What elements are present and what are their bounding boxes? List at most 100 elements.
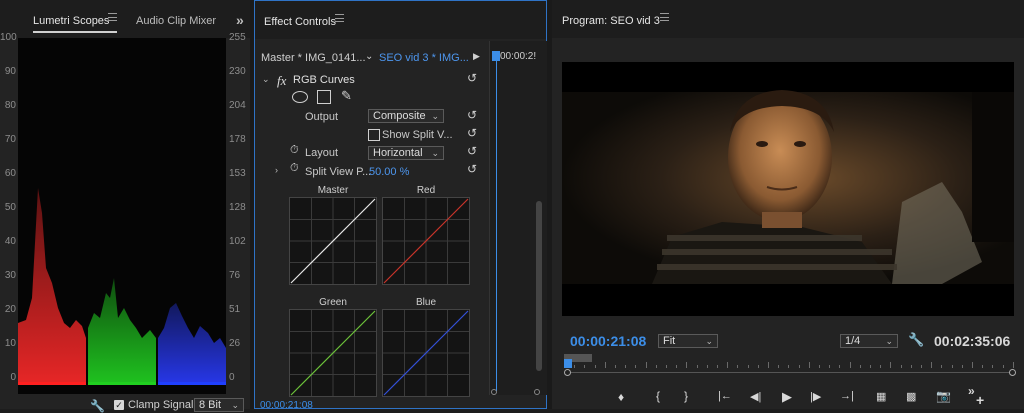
- mini-timeline[interactable]: 00:00:2!: [489, 41, 547, 395]
- red-waveform: [18, 188, 86, 383]
- split-view-percent-value[interactable]: 50.00 %: [369, 166, 409, 178]
- stopwatch-icon[interactable]: ⏱: [290, 144, 299, 157]
- chevron-down-icon: ⌄: [431, 148, 439, 158]
- playhead-line: [496, 61, 497, 391]
- output-dropdown[interactable]: Composite ⌄: [368, 109, 444, 123]
- effect-controls-timecode[interactable]: 00:00:21:08: [260, 400, 313, 411]
- program-time-ruler[interactable]: [564, 352, 1016, 376]
- reset-split-view-percent-icon[interactable]: ↺: [467, 163, 479, 175]
- tab-effect-controls[interactable]: Effect Controls: [264, 16, 336, 28]
- scope-left-tick-label: 40: [4, 236, 16, 247]
- chevron-down-icon: ⌄: [231, 400, 239, 410]
- ruler-tick: [982, 365, 984, 368]
- fx-badge-icon[interactable]: fx: [277, 73, 286, 89]
- program-playhead[interactable]: [564, 359, 572, 368]
- ruler-tick: [931, 362, 933, 368]
- collapse-chevron-icon[interactable]: ⌄: [262, 74, 270, 85]
- lift-icon[interactable]: ▦: [876, 390, 886, 403]
- ruler-tick: [706, 365, 708, 368]
- stopwatch-icon[interactable]: ⏱: [290, 162, 299, 175]
- export-frame-icon[interactable]: 📷: [936, 389, 951, 403]
- blue-curve-editor[interactable]: [382, 309, 470, 397]
- step-back-icon[interactable]: ◀|: [750, 390, 761, 403]
- mark-in-icon[interactable]: {: [656, 389, 660, 403]
- scopes-tabbar: Lumetri Scopes Audio Clip Mixer: S »: [0, 0, 250, 38]
- show-split-view-checkbox[interactable]: [368, 129, 380, 141]
- panel-divider[interactable]: [547, 0, 552, 409]
- scope-right-tick-label: 0: [229, 372, 235, 383]
- program-current-timecode[interactable]: 00:00:21:08: [570, 333, 646, 349]
- panel-menu-icon[interactable]: [660, 13, 669, 21]
- program-monitor-title[interactable]: Program: SEO vid 3: [562, 15, 660, 27]
- go-to-out-icon[interactable]: →|: [840, 390, 854, 402]
- reset-layout-icon[interactable]: ↺: [467, 145, 479, 157]
- tab-audio-clip-mixer[interactable]: Audio Clip Mixer: S: [136, 15, 216, 27]
- wrench-icon[interactable]: 🔧: [908, 332, 924, 348]
- green-waveform: [88, 278, 156, 383]
- panel-menu-icon[interactable]: [335, 14, 344, 22]
- scope-left-tick-label: 100: [0, 32, 17, 43]
- go-to-in-icon[interactable]: |←: [718, 390, 732, 402]
- wrench-icon[interactable]: 🔧: [90, 399, 105, 413]
- reset-split-view-icon[interactable]: ↺: [467, 127, 479, 139]
- red-baseline: [18, 382, 86, 385]
- program-monitor-panel: Program: SEO vid 3 00:00:21:08 Fit ⌄ 1/4…: [552, 0, 1024, 409]
- program-duration: 00:02:35:06: [934, 333, 1011, 349]
- ruler-tick: [645, 362, 647, 368]
- scope-left-tick-label: 70: [4, 134, 16, 145]
- split-view-percent-label: Split View P...: [305, 166, 372, 178]
- playback-resolution-dropdown[interactable]: 1/4 ⌄: [840, 334, 898, 348]
- zoom-fit-dropdown[interactable]: Fit ⌄: [658, 334, 718, 348]
- scroll-handle-left[interactable]: [491, 389, 497, 395]
- playhead-handle[interactable]: [492, 51, 500, 61]
- mark-out-icon[interactable]: }: [684, 389, 688, 403]
- master-clip-label[interactable]: Master * IMG_0141...: [261, 52, 366, 64]
- vertical-scrollbar[interactable]: [536, 201, 542, 371]
- rectangle-mask-icon[interactable]: [317, 90, 331, 104]
- bit-depth-dropdown[interactable]: 8 Bit ⌄: [194, 398, 244, 412]
- reset-effect-icon[interactable]: ↺: [467, 72, 479, 84]
- play-only-icon[interactable]: ▶: [473, 51, 480, 62]
- add-button-icon[interactable]: +: [976, 392, 984, 408]
- panel-divider[interactable]: [250, 0, 254, 409]
- layout-dropdown[interactable]: Horizontal ⌄: [368, 146, 444, 160]
- overflow-icon[interactable]: »: [968, 384, 975, 398]
- ruler-tick: [655, 365, 657, 368]
- panel-overflow-icon[interactable]: »: [236, 12, 244, 28]
- ellipse-mask-icon[interactable]: [292, 91, 308, 103]
- video-still: [562, 62, 1014, 316]
- scope-left-tick-label: 10: [4, 338, 16, 349]
- sequence-clip-label[interactable]: SEO vid 3 * IMG...: [379, 52, 469, 64]
- zoom-handle-left[interactable]: [564, 369, 571, 376]
- scope-left-tick-label: 60: [4, 168, 16, 179]
- tab-lumetri-scopes[interactable]: Lumetri Scopes: [33, 15, 109, 27]
- ruler-tick: [696, 365, 698, 368]
- ruler-tick: [594, 365, 596, 368]
- ruler-tick: [870, 365, 871, 368]
- zoom-handle-right[interactable]: [1009, 369, 1016, 376]
- ruler-tick: [1012, 362, 1014, 368]
- panel-menu-icon[interactable]: [108, 13, 117, 21]
- zoom-scrollbar-track[interactable]: [564, 372, 1016, 373]
- step-forward-icon[interactable]: |▶: [810, 390, 821, 403]
- program-video-frame[interactable]: [562, 62, 1014, 316]
- green-curve-editor[interactable]: [289, 309, 377, 397]
- play-icon[interactable]: ▶: [782, 389, 792, 405]
- green-curve-graph: [290, 310, 376, 396]
- reset-output-icon[interactable]: ↺: [467, 109, 479, 121]
- scope-left-tick-label: 0: [10, 372, 16, 383]
- pen-mask-icon[interactable]: ✎: [341, 88, 352, 104]
- expand-chevron-icon[interactable]: ›: [275, 165, 278, 175]
- master-curve-title: Master: [317, 185, 349, 196]
- layout-value: Horizontal: [373, 147, 423, 159]
- add-marker-icon[interactable]: ♦: [618, 390, 624, 404]
- output-value: Composite: [373, 110, 426, 122]
- scope-right-tick-label: 26: [229, 338, 241, 349]
- chevron-down-icon: ⌄: [431, 111, 439, 121]
- extract-icon[interactable]: ▩: [906, 390, 916, 403]
- horizontal-scrollbar[interactable]: [489, 389, 546, 395]
- master-curve-editor[interactable]: [289, 197, 377, 285]
- chevron-down-icon[interactable]: ⌄: [365, 51, 373, 62]
- red-curve-editor[interactable]: [382, 197, 470, 285]
- scroll-handle-right[interactable]: [534, 389, 540, 395]
